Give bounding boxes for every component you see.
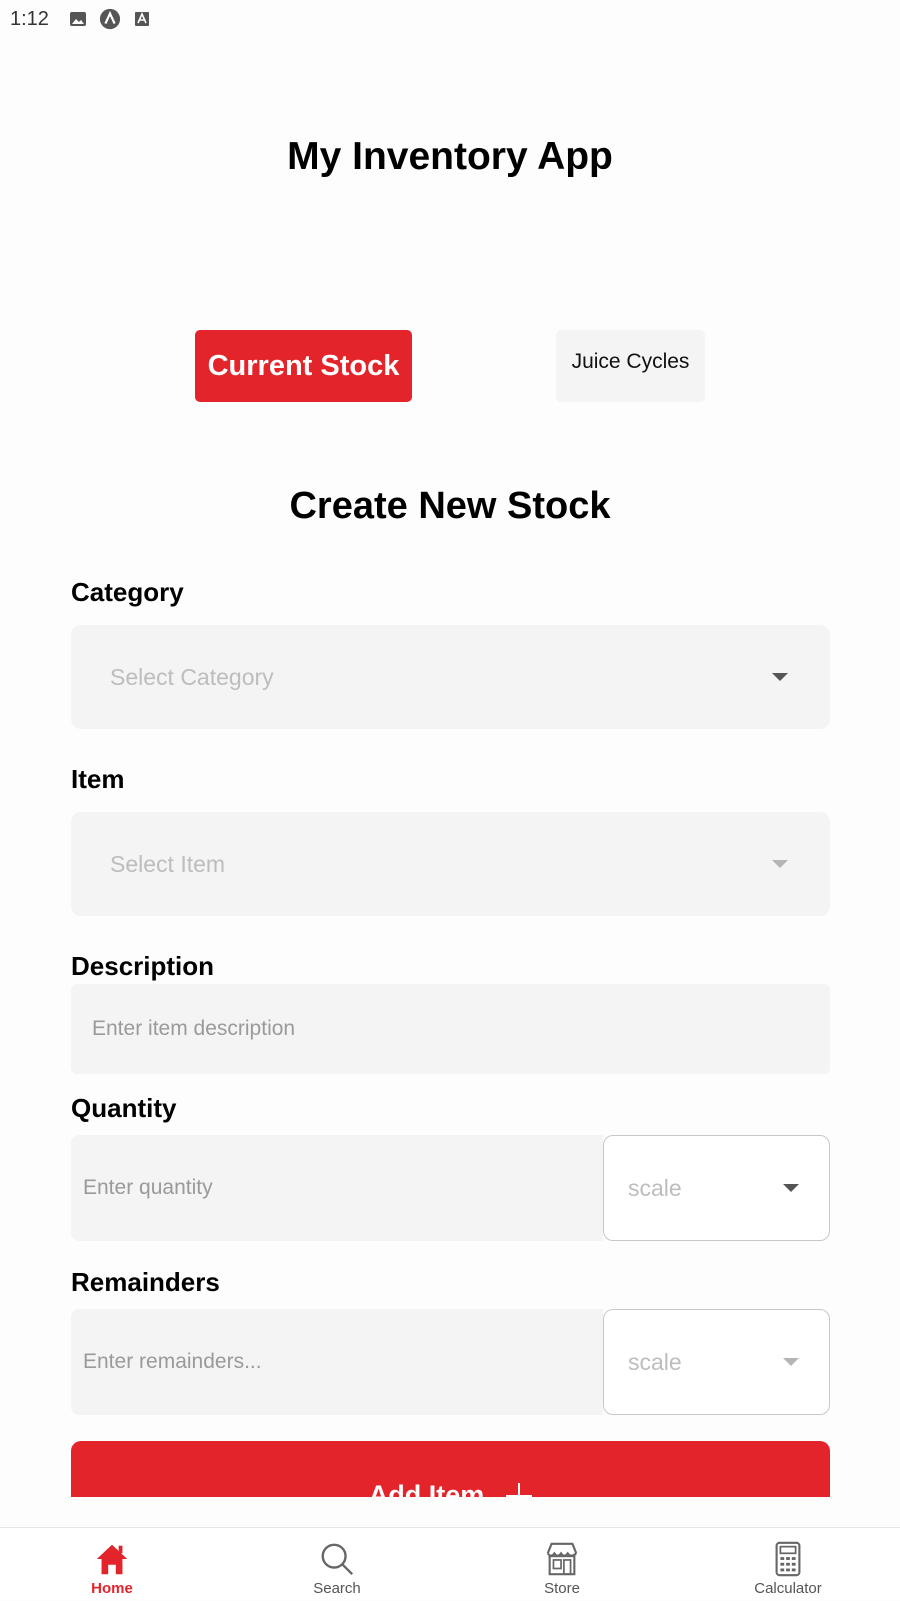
chevron-down-icon	[772, 673, 788, 681]
calculator-icon	[775, 1541, 801, 1577]
chevron-down-icon	[783, 1184, 799, 1192]
add-item-button[interactable]: Add Item	[71, 1441, 830, 1497]
quantity-label: Quantity	[71, 1093, 177, 1123]
tab-search[interactable]: Search	[267, 1528, 407, 1601]
category-select[interactable]: Select Category	[71, 625, 830, 729]
remainders-field[interactable]: Enter remainders...	[71, 1309, 603, 1415]
remainders-placeholder: Enter remainders...	[83, 1350, 262, 1373]
chevron-down-icon	[783, 1358, 799, 1366]
category-label: Category	[71, 577, 184, 607]
quantity-scale-select[interactable]: scale	[603, 1135, 830, 1241]
description-field[interactable]: Enter item description	[71, 984, 830, 1074]
section-title: Create New Stock	[289, 485, 611, 527]
plus-icon	[506, 1482, 533, 1497]
chevron-down-icon	[772, 860, 788, 868]
tab-search-label: Search	[313, 1580, 361, 1597]
current-stock-button[interactable]: Current Stock	[195, 330, 412, 402]
app-title: My Inventory App	[287, 135, 613, 178]
tab-home-label: Home	[91, 1580, 133, 1597]
tab-store[interactable]: Store	[492, 1528, 632, 1601]
remainders-scale-select[interactable]: scale	[603, 1309, 830, 1415]
remainders-scale-placeholder: scale	[628, 1348, 682, 1375]
store-icon	[546, 1542, 578, 1576]
juice-cycles-button[interactable]: Juice Cycles	[556, 330, 705, 402]
item-select[interactable]: Select Item	[71, 812, 830, 916]
home-icon	[96, 1544, 128, 1575]
tab-calculator-label: Calculator	[754, 1580, 822, 1597]
app-a-icon	[99, 8, 121, 30]
bottom-tab-bar: Home Search Store Calculator	[0, 1527, 900, 1600]
add-item-label: Add Item	[368, 1480, 485, 1497]
quantity-placeholder: Enter quantity	[83, 1176, 213, 1199]
tab-calculator[interactable]: Calculator	[718, 1528, 858, 1601]
status-bar: 1:12	[0, 0, 900, 38]
search-icon	[321, 1543, 354, 1576]
item-select-placeholder: Select Item	[110, 850, 226, 877]
quantity-scale-placeholder: scale	[628, 1174, 682, 1201]
image-icon	[67, 8, 89, 30]
quantity-field[interactable]: Enter quantity	[71, 1135, 603, 1241]
description-placeholder: Enter item description	[92, 1017, 296, 1040]
tab-home[interactable]: Home	[42, 1528, 182, 1601]
tab-store-label: Store	[544, 1580, 580, 1597]
status-time: 1:12	[10, 7, 49, 30]
item-label: Item	[71, 764, 125, 794]
remainders-label: Remainders	[71, 1267, 220, 1297]
text-a-icon	[131, 8, 153, 30]
description-label: Description	[71, 951, 215, 981]
category-select-placeholder: Select Category	[110, 663, 274, 690]
